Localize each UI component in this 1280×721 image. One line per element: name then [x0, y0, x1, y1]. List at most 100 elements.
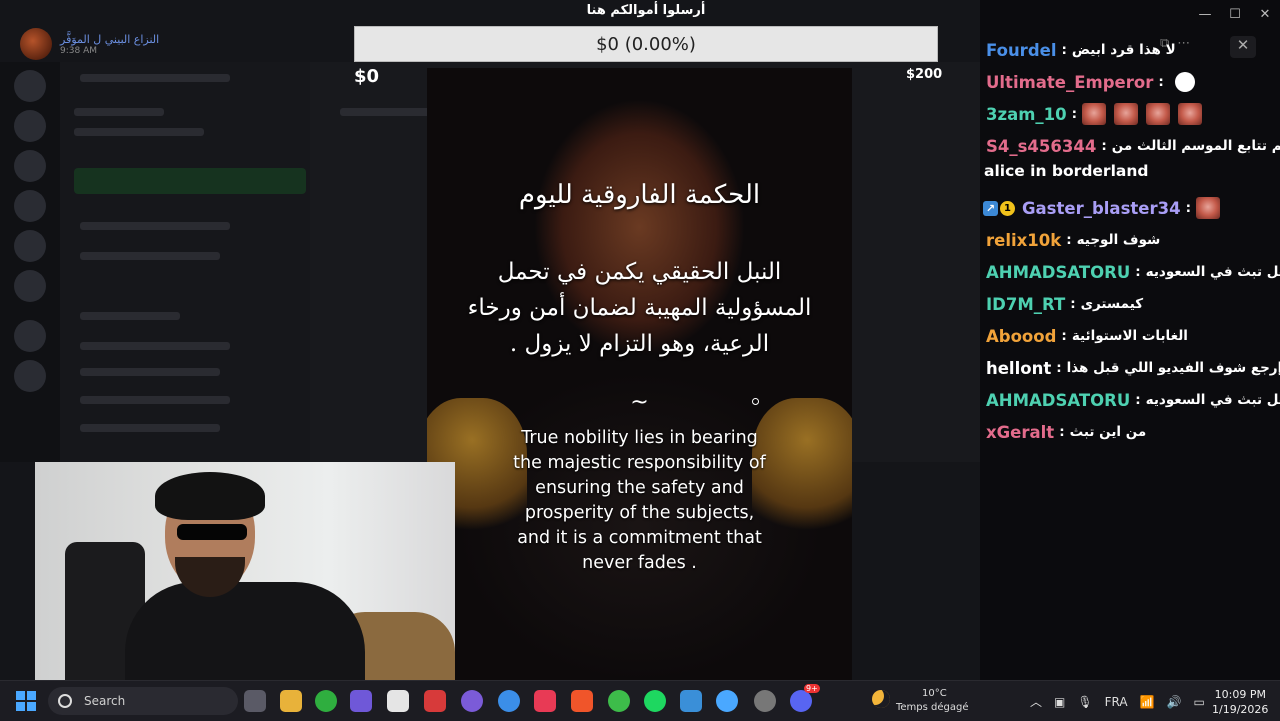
volume-icon[interactable]: 🔊: [1167, 695, 1182, 709]
chat-username[interactable]: AHMADSATORU: [986, 391, 1130, 410]
separator-tilde: ~: [630, 390, 649, 415]
store-icon[interactable]: [387, 690, 409, 712]
chat-username[interactable]: S4_s456344: [986, 137, 1096, 156]
chat-separator: :: [1135, 264, 1141, 280]
chat-separator: :: [1066, 232, 1072, 248]
channel-line[interactable]: [80, 312, 180, 320]
chat-text-continuation: alice in borderland: [984, 162, 1149, 180]
chat-text: من اين تبث: [1069, 424, 1147, 440]
task-view-icon[interactable]: [244, 690, 266, 712]
chat-message[interactable]: Ultimate_Emperor :: [983, 66, 1280, 98]
microphone-icon[interactable]: 🎙: [1077, 695, 1092, 709]
taskbar-search[interactable]: Search: [48, 687, 238, 715]
photos-icon[interactable]: [680, 690, 702, 712]
channel-line[interactable]: [80, 222, 230, 230]
server-icon[interactable]: [14, 270, 46, 302]
channel-line[interactable]: [80, 424, 220, 432]
chat-separator: :: [1061, 328, 1067, 344]
discord-icon[interactable]: 9+: [790, 684, 820, 712]
chat-text: الغابات الاستوائية: [1071, 328, 1188, 344]
donation-progress-bar: $0 (0.00%): [354, 26, 938, 62]
file-explorer-icon[interactable]: [280, 690, 302, 712]
arabic-title: الحكمة الفاروقية لليوم: [518, 180, 761, 210]
donation-max: $200: [906, 67, 943, 82]
chat-username[interactable]: 3zam_10: [986, 105, 1067, 124]
face-emote-icon: [1082, 103, 1107, 125]
chat-message[interactable]: AHMADSATORU : هل تبث في السعوديه: [983, 256, 1280, 288]
chat-message[interactable]: Aboood : الغابات الاستوائية: [983, 320, 1280, 352]
app-icon[interactable]: [424, 690, 446, 712]
explore-icon[interactable]: [14, 360, 46, 392]
clock[interactable]: 10:09 PM 1/19/2026: [1212, 687, 1268, 717]
tray-app-icon[interactable]: ▣: [1054, 695, 1065, 709]
arabic-quote: النبل الحقيقي يكمن في تحمل المسؤولية الم…: [467, 259, 812, 357]
chat-username[interactable]: Aboood: [986, 327, 1056, 346]
wps-icon[interactable]: [534, 690, 556, 712]
chat-message[interactable]: hellont : إرجع شوف الفيديو اللي قبل هذا: [983, 352, 1280, 384]
windows-start-icon[interactable]: [16, 691, 36, 711]
server-icon[interactable]: [14, 150, 46, 182]
chat-message[interactable]: relix10k : شوف الوجيه: [983, 224, 1280, 256]
chat-username[interactable]: Gaster_blaster34: [1022, 199, 1181, 218]
notification-name: النزاع البيني ل الموَفَّر: [60, 32, 160, 46]
chat-text: هل تبث في السعوديه: [1145, 264, 1280, 280]
language-indicator[interactable]: FRA: [1105, 695, 1128, 709]
chat-username[interactable]: Ultimate_Emperor: [986, 73, 1153, 92]
chat-username[interactable]: hellont: [986, 359, 1051, 378]
channel-line[interactable]: [74, 128, 204, 136]
app-icon[interactable]: [716, 690, 738, 712]
battery-icon[interactable]: ▭: [1193, 695, 1204, 709]
channel-line[interactable]: [80, 74, 230, 82]
server-rail: [0, 62, 60, 462]
english-quote: True nobility lies in bearing the majest…: [513, 428, 766, 573]
sunglasses: [177, 524, 247, 540]
twitch-icon[interactable]: [461, 690, 483, 712]
chat-message[interactable]: 3zam_10 :: [983, 98, 1280, 130]
chat-message[interactable]: S4_s456344 : لماذا لم تتابع الموسم الثال…: [983, 130, 1280, 162]
chat-username[interactable]: Fourdel: [986, 41, 1056, 60]
channel-line[interactable]: [80, 252, 220, 260]
temperature: 10°C: [922, 688, 947, 699]
badge-arrow-icon: ↗: [983, 200, 998, 216]
chat-separator: :: [1185, 200, 1191, 216]
channel-line[interactable]: [80, 396, 230, 404]
weather-widget[interactable]: 10°C Temps dégagé: [872, 687, 969, 715]
face-emote-icon: [1178, 103, 1203, 125]
wifi-icon[interactable]: 📶: [1140, 695, 1155, 709]
chat-message[interactable]: Fourdel : لا هذا قرد ابيض: [983, 34, 1280, 66]
channel-line[interactable]: [80, 368, 220, 376]
create-event-button[interactable]: [74, 168, 306, 194]
server-icon[interactable]: [14, 110, 46, 142]
chat-separator: :: [1061, 42, 1067, 58]
chat-username[interactable]: ID7M_RT: [986, 295, 1065, 314]
app-icon[interactable]: [350, 690, 372, 712]
app-icon[interactable]: [498, 690, 520, 712]
minimize-button[interactable]: —: [1190, 0, 1220, 28]
hair: [155, 472, 265, 520]
chat-message[interactable]: xGeralt : من اين تبث: [983, 416, 1280, 448]
utorrent-icon[interactable]: [608, 690, 630, 712]
chat-username[interactable]: xGeralt: [986, 423, 1054, 442]
spotify-icon[interactable]: [644, 690, 666, 712]
server-icon[interactable]: [14, 70, 46, 102]
server-icon[interactable]: [14, 230, 46, 262]
chat-message[interactable]: ID7M_RT : كيمسترى: [983, 288, 1280, 320]
channel-line[interactable]: [74, 108, 164, 116]
brave-icon[interactable]: [571, 690, 593, 712]
chat-separator: :: [1070, 296, 1076, 312]
channel-line[interactable]: [80, 342, 230, 350]
notification[interactable]: النزاع البيني ل الموَفَّر 9:38 AM: [20, 28, 159, 60]
chat-separator: :: [1135, 392, 1141, 408]
close-button[interactable]: ✕: [1250, 0, 1280, 28]
chevron-up-icon[interactable]: ︿: [1030, 693, 1042, 710]
maximize-button[interactable]: ☐: [1220, 0, 1250, 28]
chat-username[interactable]: AHMADSATORU: [986, 263, 1130, 282]
add-server-icon[interactable]: [14, 320, 46, 352]
server-icon[interactable]: [14, 190, 46, 222]
chat-username[interactable]: relix10k: [986, 231, 1061, 250]
obs-icon[interactable]: [754, 690, 776, 712]
app-icon[interactable]: [315, 690, 337, 712]
chat-message[interactable]: AHMADSATORU : هل تبث في السعوديه: [983, 384, 1280, 416]
chat-message[interactable]: ↗ 1 Gaster_blaster34 :: [983, 192, 1280, 224]
notification-time: 9:38 AM: [60, 45, 97, 56]
